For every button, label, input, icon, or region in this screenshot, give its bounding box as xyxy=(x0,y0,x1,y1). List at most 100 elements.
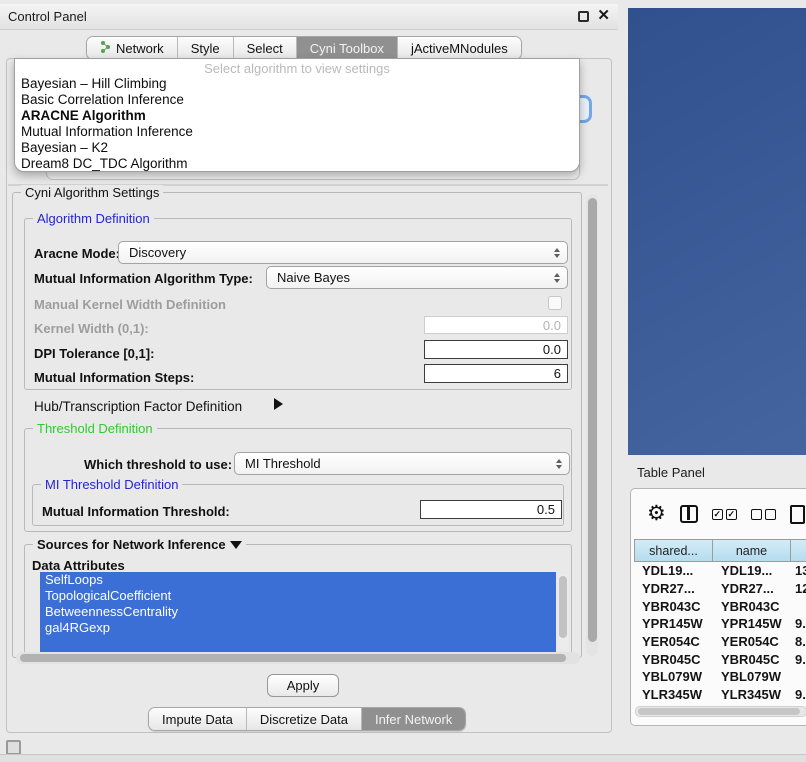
float-window-icon[interactable] xyxy=(578,11,589,22)
algorithm-definition-title: Algorithm Definition xyxy=(33,211,154,226)
cell: YBR043C xyxy=(634,599,713,614)
tab-infer-network[interactable]: Infer Network xyxy=(362,708,465,730)
tab-select[interactable]: Select xyxy=(234,37,297,59)
network-icon xyxy=(100,40,111,56)
cell: YLR345W xyxy=(713,687,791,702)
table-row[interactable]: YIL053C YIL053C 9 xyxy=(634,704,806,705)
table-body: YDL19... YDL19... 13 YDR27... YDR27... 1… xyxy=(634,562,806,704)
cell: YBL079W xyxy=(713,669,791,684)
select-all-checked-icon[interactable]: ✓✓ xyxy=(712,509,737,520)
attribute-item[interactable]: SelfLoops xyxy=(40,572,556,588)
which-threshold-label: Which threshold to use: xyxy=(84,457,232,472)
mi-algorithm-type-value: Naive Bayes xyxy=(277,270,350,285)
column-header-name[interactable]: name xyxy=(713,539,791,562)
screen: Control Panel ✕ Network Style Select Cyn… xyxy=(0,0,806,762)
attribute-item[interactable]: TopologicalCoefficient xyxy=(40,588,556,604)
table-row[interactable]: YBL079W YBL079W xyxy=(634,668,806,686)
combo-arrows-icon xyxy=(554,273,560,283)
mi-steps-label: Mutual Information Steps: xyxy=(34,370,194,385)
cell: YPR145W xyxy=(713,616,791,631)
manual-kernel-checkbox[interactable] xyxy=(548,296,562,310)
mi-threshold-label: Mutual Information Threshold: xyxy=(42,504,230,519)
tab-jactivemnodules[interactable]: jActiveMNodules xyxy=(398,37,521,59)
control-panel-title: Control Panel xyxy=(0,9,87,24)
manual-kernel-label: Manual Kernel Width Definition xyxy=(34,297,226,312)
cell: YBR045C xyxy=(634,652,713,667)
dropdown-item-aracne[interactable]: ARACNE Algorithm xyxy=(15,108,579,124)
document-icon[interactable] xyxy=(790,505,805,524)
tab-jactivemnodules-label: jActiveMNodules xyxy=(411,41,508,56)
dropdown-item[interactable]: Basic Correlation Inference xyxy=(15,92,579,108)
expand-arrow-icon[interactable] xyxy=(274,398,283,410)
cell: 9. xyxy=(791,652,806,667)
table-row[interactable]: YDR27... YDR27... 12 xyxy=(634,580,806,598)
attribute-table: shared... name YDL19... YDL19... 13 YDR2… xyxy=(634,539,806,704)
tab-network-label: Network xyxy=(116,41,164,56)
cell: 9. xyxy=(791,616,806,631)
table-row[interactable]: YBR045C YBR045C 9. xyxy=(634,650,806,668)
tab-impute-data[interactable]: Impute Data xyxy=(149,708,247,730)
aracne-mode-select[interactable]: Discovery xyxy=(118,241,568,264)
tab-cyni-toolbox[interactable]: Cyni Toolbox xyxy=(297,37,398,59)
algorithm-dropdown-popup: Select algorithm to view settings Bayesi… xyxy=(14,58,580,172)
attribute-item[interactable]: gal4RGexp xyxy=(40,620,556,636)
close-icon[interactable]: ✕ xyxy=(597,10,610,22)
cell: YBL079W xyxy=(634,669,713,684)
dropdown-item[interactable]: Bayesian – Hill Climbing xyxy=(15,76,579,92)
mi-steps-field[interactable]: 6 xyxy=(424,364,568,383)
which-threshold-select[interactable]: MI Threshold xyxy=(234,452,570,475)
cell: 13 xyxy=(791,563,806,578)
data-attributes-list[interactable]: SelfLoops TopologicalCoefficient Between… xyxy=(40,572,556,652)
dpi-tolerance-field[interactable]: 0.0 xyxy=(424,340,568,359)
mi-algorithm-type-select[interactable]: Naive Bayes xyxy=(266,266,568,289)
cell: YDR27... xyxy=(713,581,791,596)
column-header-clipped[interactable] xyxy=(791,539,806,562)
kernel-width-value: 0.0 xyxy=(543,318,561,333)
cell: YDR27... xyxy=(634,581,713,596)
gear-icon[interactable]: ⚙ xyxy=(647,504,666,524)
aracne-mode-value: Discovery xyxy=(129,245,186,260)
cyni-bottom-tabs: Impute Data Discretize Data Infer Networ… xyxy=(148,707,466,731)
combo-arrows-icon xyxy=(554,248,560,258)
cell: YBR043C xyxy=(713,599,791,614)
tab-cyni-toolbox-label: Cyni Toolbox xyxy=(310,41,384,56)
dpi-tolerance-value: 0.0 xyxy=(543,342,561,357)
apply-button[interactable]: Apply xyxy=(267,674,339,697)
dropdown-item[interactable]: Dream8 DC_TDC Algorithm xyxy=(15,156,579,172)
settings-vertical-scrollbar[interactable] xyxy=(586,194,598,656)
which-threshold-value: MI Threshold xyxy=(245,456,321,471)
control-panel-titlebar: Control Panel ✕ xyxy=(0,4,618,30)
select-none-icon[interactable] xyxy=(751,509,776,520)
settings-horizontal-scrollbar[interactable] xyxy=(16,652,580,664)
dropdown-item[interactable]: Mutual Information Inference xyxy=(15,124,579,140)
control-panel-tabs: Network Style Select Cyni Toolbox jActiv… xyxy=(86,36,522,60)
attribute-item[interactable]: BetweennessCentrality xyxy=(40,604,556,620)
cell: YER054C xyxy=(713,634,791,649)
tab-style[interactable]: Style xyxy=(178,37,234,59)
mi-threshold-value: 0.5 xyxy=(537,502,555,517)
dropdown-item[interactable]: Bayesian – K2 xyxy=(15,140,579,156)
table-row[interactable]: YBR043C YBR043C xyxy=(634,597,806,615)
hub-section-label: Hub/Transcription Factor Definition xyxy=(34,399,242,414)
attribute-list-scrollbar[interactable] xyxy=(558,574,568,650)
table-row[interactable]: YPR145W YPR145W 9. xyxy=(634,615,806,633)
table-panel: ⚙ ✓✓ shared... name YDL19... YDL19... 13… xyxy=(630,488,806,726)
column-header-shared-name[interactable]: shared... xyxy=(634,539,713,562)
mi-threshold-field[interactable]: 0.5 xyxy=(420,500,562,519)
table-row[interactable]: YER054C YER054C 8. xyxy=(634,633,806,651)
collapsed-panel-icon[interactable] xyxy=(6,740,21,755)
table-row[interactable]: YLR345W YLR345W 9. xyxy=(634,686,806,704)
tab-discretize-data[interactable]: Discretize Data xyxy=(247,708,362,730)
columns-icon[interactable] xyxy=(680,505,698,523)
cell: 9. xyxy=(791,687,806,702)
dropdown-placeholder: Select algorithm to view settings xyxy=(15,59,579,76)
threshold-definition-title: Threshold Definition xyxy=(33,421,157,436)
network-view-frame: GAL GAL80 GAL10 GAL1 GAL11 SWI4 GAL4 GCY… xyxy=(628,8,806,455)
kernel-width-field[interactable]: 0.0 xyxy=(424,316,568,334)
tab-network[interactable]: Network xyxy=(87,37,178,59)
table-header-row: shared... name xyxy=(634,539,806,562)
table-row[interactable]: YDL19... YDL19... 13 xyxy=(634,562,806,580)
cell: YER054C xyxy=(634,634,713,649)
table-horizontal-scrollbar[interactable] xyxy=(635,706,806,717)
collapse-arrow-icon[interactable] xyxy=(230,541,242,549)
